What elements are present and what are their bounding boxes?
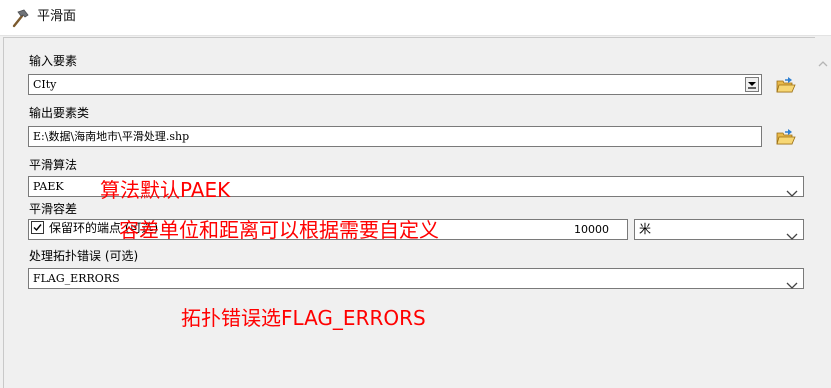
tolerance-unit-value: 米 [639,222,652,236]
topology-errors-label: 处理拓扑错误 (可选) [29,249,139,263]
topology-annotation: 拓扑错误选FLAG_ERRORS [181,306,426,330]
smoothing-tolerance-label: 平滑容差 [29,202,78,216]
output-feature-class-input[interactable]: E:\数据\海南地市\平滑处理.shp [28,126,762,147]
open-folder-icon [776,77,796,93]
open-folder-icon [776,129,796,145]
vertical-scrollbar[interactable] [815,36,831,388]
output-feature-class-label: 输出要素类 [29,106,90,120]
topology-errors-value: FLAG_ERRORS [33,272,120,285]
chevron-down-icon [786,183,798,197]
preserve-endpoints-checkbox[interactable] [31,221,44,234]
smoothing-tolerance-value: 10000 [574,223,609,236]
scroll-up-arrow-icon[interactable] [818,54,828,67]
input-features-value: CIty [33,78,57,91]
tolerance-unit-select[interactable]: 米 [634,219,804,240]
input-features-label: 输入要素 [29,54,78,68]
input-features-combobox[interactable]: CIty [28,74,762,95]
tolerance-annotation: 容差单位和距离可以根据需要自定义 [119,218,439,242]
smoothing-algorithm-value: PAEK [33,180,64,193]
chevron-down-icon [786,275,798,289]
output-feature-class-value: E:\数据\海南地市\平滑处理.shp [33,130,190,143]
output-feature-class-browse-button[interactable] [776,127,796,147]
input-features-dropdown-button[interactable] [745,77,759,92]
smoothing-algorithm-label: 平滑算法 [29,158,78,172]
algorithm-annotation: 算法默认PAEK [100,178,231,202]
hammer-icon [9,8,31,28]
topology-errors-select[interactable]: FLAG_ERRORS [28,268,804,289]
checkmark-icon [33,224,42,232]
input-features-browse-button[interactable] [776,75,796,95]
window-title: 平滑面 [37,9,77,24]
chevron-down-icon [786,226,798,240]
title-bar: 平滑面 [0,0,831,36]
